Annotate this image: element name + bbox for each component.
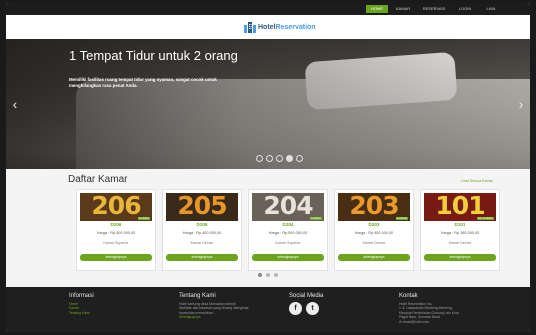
room-card: 206 Available D206 Harga : Rp.500.000,00 Kam… — [76, 189, 156, 271]
room-image[interactable]: 205 — [166, 193, 238, 221]
nav-login[interactable]: LOGIN — [454, 5, 476, 13]
footer-kontak-email[interactable]: ✉ email@hotel.com — [399, 320, 524, 324]
room-type: Kamar Deluxe — [190, 241, 214, 245]
room-image[interactable]: 203 Available — [338, 193, 410, 221]
room-image[interactable]: 206 Available — [80, 193, 152, 221]
twitter-icon[interactable]: t — [306, 302, 319, 315]
footer-tentang-more-link[interactable]: Selengkapnya — [179, 315, 279, 319]
room-price: Harga : Rp.500.000,00 — [268, 231, 308, 235]
room-image-number: 101 — [435, 193, 485, 220]
footer-kontak: Kontak Hotel Reservation Inc. ⌖ Jl. Lasa… — [399, 293, 524, 324]
hero-title: 1 Tempat Tidur untuk 2 orang — [69, 48, 238, 63]
slider-dot[interactable] — [276, 155, 283, 162]
slider-prev-arrow[interactable]: ‹ — [10, 94, 20, 114]
room-image-number: 205 — [177, 193, 227, 220]
slider-dot[interactable] — [266, 155, 273, 162]
brand-logo[interactable]: HotelReservation — [244, 21, 316, 33]
room-image-number: 203 — [349, 193, 399, 220]
nav-lain[interactable]: LAIN — [480, 5, 502, 13]
room-price: Harga : Rp.185.000,00 — [440, 231, 480, 235]
availability-badge: Available — [137, 217, 150, 220]
slider-next-arrow[interactable]: › — [516, 94, 526, 114]
pager-dot[interactable] — [266, 273, 270, 277]
footer-social-title: Social Media — [289, 293, 324, 299]
availability-badge: Available — [309, 217, 322, 220]
room-price: Harga : Rp.400.000,00 — [182, 231, 222, 235]
footer-informasi: Informasi Home Kamar Tentang Kami — [69, 293, 94, 315]
nav-kamar[interactable]: KAMAR — [392, 5, 414, 13]
site-footer: Informasi Home Kamar Tentang Kami Tentan… — [6, 287, 530, 332]
room-detail-button[interactable]: selengkapnya — [338, 254, 410, 261]
footer-informasi-title: Informasi — [69, 293, 94, 299]
footer-social: Social Media f t — [289, 293, 323, 315]
slider-dot-active[interactable] — [286, 155, 293, 162]
room-card: 101 Not Available D101 Harga : Rp.185.000,0… — [420, 189, 500, 271]
slider-dot[interactable] — [256, 155, 263, 162]
room-detail-button[interactable]: selengkapnya — [424, 254, 496, 261]
site-header: HotelReservation — [6, 15, 530, 39]
room-code: D206 — [110, 222, 122, 227]
slider-indicators — [256, 155, 303, 162]
room-type: Kamar Deluxe — [362, 241, 386, 245]
pager-dot[interactable] — [274, 273, 278, 277]
availability-badge: Not Available — [476, 217, 494, 220]
footer-link-tentang[interactable]: Tentang Kami — [69, 311, 94, 315]
room-image[interactable]: 204 Available — [252, 193, 324, 221]
nav-home[interactable]: HOME — [366, 5, 388, 13]
footer-tentang-title: Tentang Kami — [179, 293, 216, 299]
view-all-rooms-link[interactable]: Lihat Semua Kamar — [461, 179, 493, 183]
section-title: Daftar Kamar — [68, 174, 128, 185]
room-detail-button[interactable]: selengkapnya — [80, 254, 152, 261]
room-type: Kamar Superior — [275, 241, 301, 245]
room-price: Harga : Rp.500.000,00 — [96, 231, 136, 235]
room-type: Kamar Superior — [103, 241, 129, 245]
slider-dot[interactable] — [296, 155, 303, 162]
brand-name: HotelReservation — [258, 23, 316, 31]
nav-reservasi[interactable]: RESERVASI — [418, 5, 450, 13]
pager-dot-active[interactable] — [258, 273, 262, 277]
room-code: D101 — [454, 222, 466, 227]
room-code: D205 — [196, 222, 208, 227]
room-card: 204 Available D204 Harga : Rp.500.000,00 Kam… — [248, 189, 328, 271]
room-card: 203 Available D203 Harga : Rp.450.000,00 Kam… — [334, 189, 414, 271]
availability-badge: Available — [395, 217, 408, 220]
room-image-number: 204 — [263, 193, 313, 220]
room-image-number: 206 — [91, 193, 141, 220]
footer-tentang: Tentang Kami Hotel kamong desa Manusilan… — [179, 293, 279, 320]
room-card: 205 D205 Harga : Rp.400.000,00 Kamar Deluxe… — [162, 189, 242, 271]
room-type: Kamar Deluxe — [448, 241, 472, 245]
room-price: Harga : Rp.450.000,00 — [354, 231, 394, 235]
hotel-icon — [244, 21, 256, 33]
room-code: D203 — [368, 222, 380, 227]
browser-page: HOME KAMAR RESERVASI LOGIN LAIN HotelRes… — [6, 3, 530, 332]
room-carousel-pager — [258, 273, 278, 277]
room-detail-button[interactable]: selengkapnya — [166, 254, 238, 261]
room-list-section: Daftar Kamar Lihat Semua Kamar 206 Availa… — [6, 169, 530, 287]
hero-description: Memiliki fasilitas ruang tempat tidur ya… — [69, 77, 217, 88]
room-detail-button[interactable]: selengkapnya — [252, 254, 324, 261]
room-image[interactable]: 101 Not Available — [424, 193, 496, 221]
room-code: D204 — [282, 222, 294, 227]
facebook-icon[interactable]: f — [289, 302, 302, 315]
footer-kontak-title: Kontak — [399, 293, 418, 299]
top-navbar: HOME KAMAR RESERVASI LOGIN LAIN — [6, 3, 530, 15]
hero-slider: ‹ › 1 Tempat Tidur untuk 2 orang Memilik… — [6, 39, 530, 169]
